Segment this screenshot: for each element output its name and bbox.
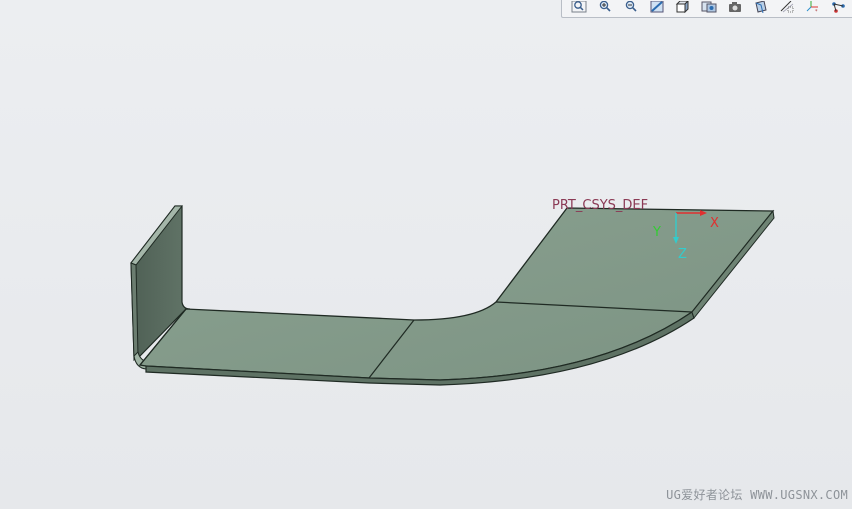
x-axis-label: X	[710, 216, 719, 231]
csys-name-label: PRT_CSYS_DEF	[552, 198, 648, 213]
y-axis-label: Y	[652, 225, 661, 240]
graphics-window[interactable]: * PRT_CSYS_DEF X Y Z UG爱好者论坛 WWW.UGSNX.C…	[0, 0, 852, 509]
z-axis-label: Z	[678, 247, 687, 262]
base-top-face	[138, 207, 775, 381]
model-scene[interactable]: PRT_CSYS_DEF X Y Z	[0, 0, 852, 509]
watermark-text: UG爱好者论坛 WWW.UGSNX.COM	[666, 488, 848, 502]
sheetmetal-part[interactable]	[130, 205, 775, 386]
